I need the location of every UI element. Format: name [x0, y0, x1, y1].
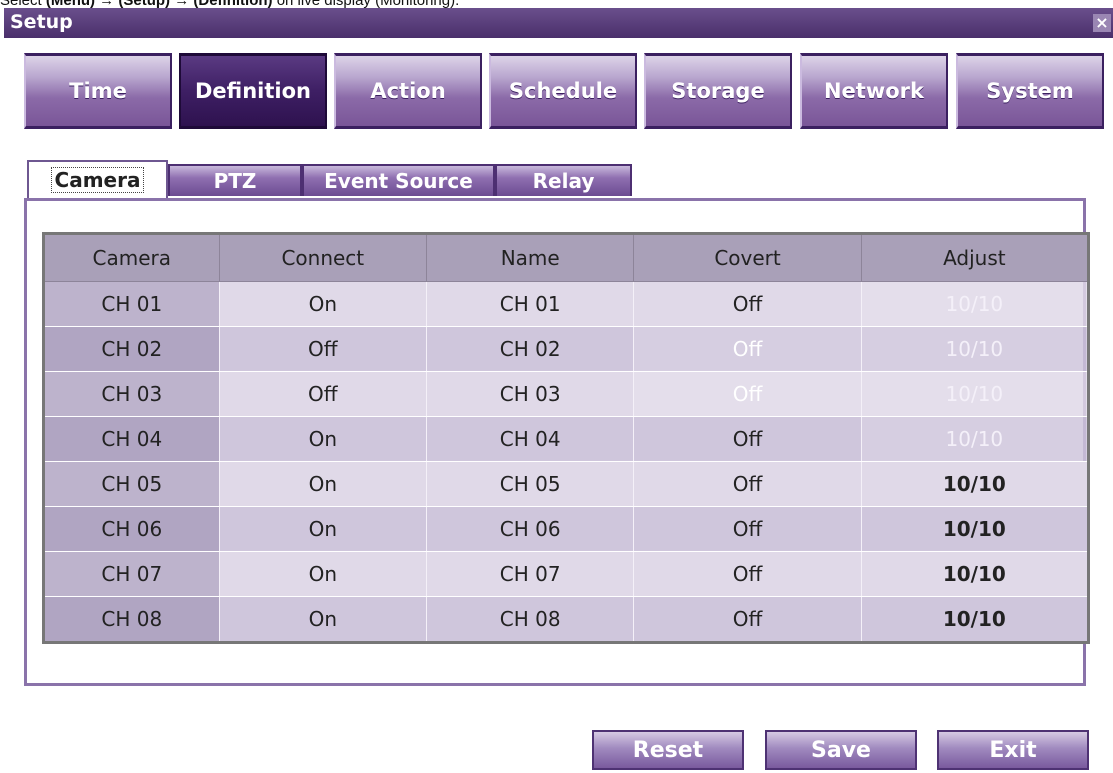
cell-camera: CH 02 [43, 326, 220, 372]
table-row: CH 01 On CH 01 Off 10/10 [43, 281, 1089, 327]
header-adjust: Adjust [860, 233, 1090, 282]
main-tab-bar: Time Definition Action Schedule Storage … [24, 53, 1104, 137]
tab-network[interactable]: Network [800, 53, 948, 129]
cell-covert[interactable]: Off [633, 506, 862, 552]
cell-covert[interactable]: Off [633, 551, 862, 597]
cell-camera: CH 05 [43, 461, 220, 507]
cell-connect[interactable]: Off [218, 371, 427, 417]
cell-camera: CH 08 [43, 596, 220, 643]
cell-name[interactable]: CH 01 [426, 281, 634, 327]
header-camera: Camera [43, 233, 220, 282]
table-header-row: Camera Connect Name Covert Adjust [43, 233, 1090, 282]
cell-adjust[interactable]: 10/10 [860, 506, 1089, 552]
tab-action[interactable]: Action [334, 53, 482, 129]
cell-connect[interactable]: On [218, 506, 427, 552]
window-title: Setup [10, 11, 73, 33]
cell-covert[interactable]: Off [633, 281, 862, 327]
cell-covert: Off [633, 326, 862, 372]
title-bar: Setup × [4, 8, 1113, 38]
caption-arrow: → [95, 0, 118, 8]
reset-button[interactable]: Reset [592, 730, 744, 770]
tab-time[interactable]: Time [24, 53, 172, 129]
cell-connect[interactable]: On [218, 281, 427, 327]
cell-camera: CH 03 [43, 371, 220, 417]
cell-connect[interactable]: On [218, 416, 427, 462]
table-row: CH 07 On CH 07 Off 10/10 [43, 551, 1089, 597]
tab-system[interactable]: System [956, 53, 1104, 129]
cell-name[interactable]: CH 07 [426, 551, 634, 597]
cell-name[interactable]: CH 08 [426, 596, 634, 643]
header-covert: Covert [633, 233, 862, 282]
subtab-relay[interactable]: Relay [495, 164, 632, 196]
tab-storage[interactable]: Storage [644, 53, 792, 129]
table-row: CH 08 On CH 08 Off 10/10 [43, 596, 1089, 643]
cell-adjust[interactable]: 10/10 [860, 461, 1089, 507]
cell-camera: CH 06 [43, 506, 220, 552]
camera-table: Camera Connect Name Covert Adjust CH 01 … [42, 232, 1090, 644]
close-icon[interactable]: × [1093, 14, 1111, 32]
subtab-event-source[interactable]: Event Source [302, 164, 495, 196]
subtab-camera-label: Camera [50, 167, 145, 193]
cell-connect[interactable]: On [218, 461, 427, 507]
cell-name[interactable]: CH 03 [426, 371, 634, 417]
caption-arrow: → [170, 0, 193, 8]
table-row: CH 06 On CH 06 Off 10/10 [43, 506, 1089, 552]
cell-connect[interactable]: On [218, 551, 427, 597]
caption-suffix: on live display (Monitoring). [273, 0, 460, 8]
cell-covert[interactable]: Off [633, 416, 862, 462]
tab-schedule[interactable]: Schedule [489, 53, 637, 129]
cell-name[interactable]: CH 06 [426, 506, 634, 552]
cell-adjust: 10/10 [860, 281, 1089, 327]
caption-setup: (Setup) [118, 0, 170, 8]
tab-definition[interactable]: Definition [179, 53, 327, 129]
table-row: CH 03 Off CH 03 Off 10/10 [43, 371, 1089, 417]
cell-camera: CH 01 [43, 281, 220, 327]
cell-adjust: 10/10 [860, 371, 1089, 417]
cell-adjust[interactable]: 10/10 [860, 596, 1089, 643]
caption-menu: (Menu) [46, 0, 95, 8]
table-row: CH 04 On CH 04 Off 10/10 [43, 416, 1089, 462]
table-row: CH 05 On CH 05 Off 10/10 [43, 461, 1089, 507]
cell-adjust: 10/10 [860, 326, 1089, 372]
cell-name[interactable]: CH 02 [426, 326, 634, 372]
cell-covert[interactable]: Off [633, 596, 862, 643]
header-connect: Connect [218, 233, 428, 282]
exit-button[interactable]: Exit [937, 730, 1089, 770]
subtab-camera[interactable]: Camera [27, 160, 168, 198]
table-row: CH 02 Off CH 02 Off 10/10 [43, 326, 1089, 372]
cell-adjust: 10/10 [860, 416, 1089, 462]
caption-prefix: Select [0, 0, 46, 8]
cell-camera: CH 04 [43, 416, 220, 462]
cell-camera: CH 07 [43, 551, 220, 597]
cell-name[interactable]: CH 05 [426, 461, 634, 507]
cell-covert[interactable]: Off [633, 461, 862, 507]
cell-name[interactable]: CH 04 [426, 416, 634, 462]
subtab-ptz[interactable]: PTZ [168, 164, 302, 196]
caption-definition: (Definition) [193, 0, 272, 8]
cell-covert: Off [633, 371, 862, 417]
save-button[interactable]: Save [765, 730, 917, 770]
cell-connect[interactable]: On [218, 596, 427, 643]
cell-connect[interactable]: Off [218, 326, 427, 372]
instruction-caption: Select (Menu) → (Setup) → (Definition) o… [0, 0, 1113, 8]
header-name: Name [426, 233, 635, 282]
cell-adjust[interactable]: 10/10 [860, 551, 1089, 597]
